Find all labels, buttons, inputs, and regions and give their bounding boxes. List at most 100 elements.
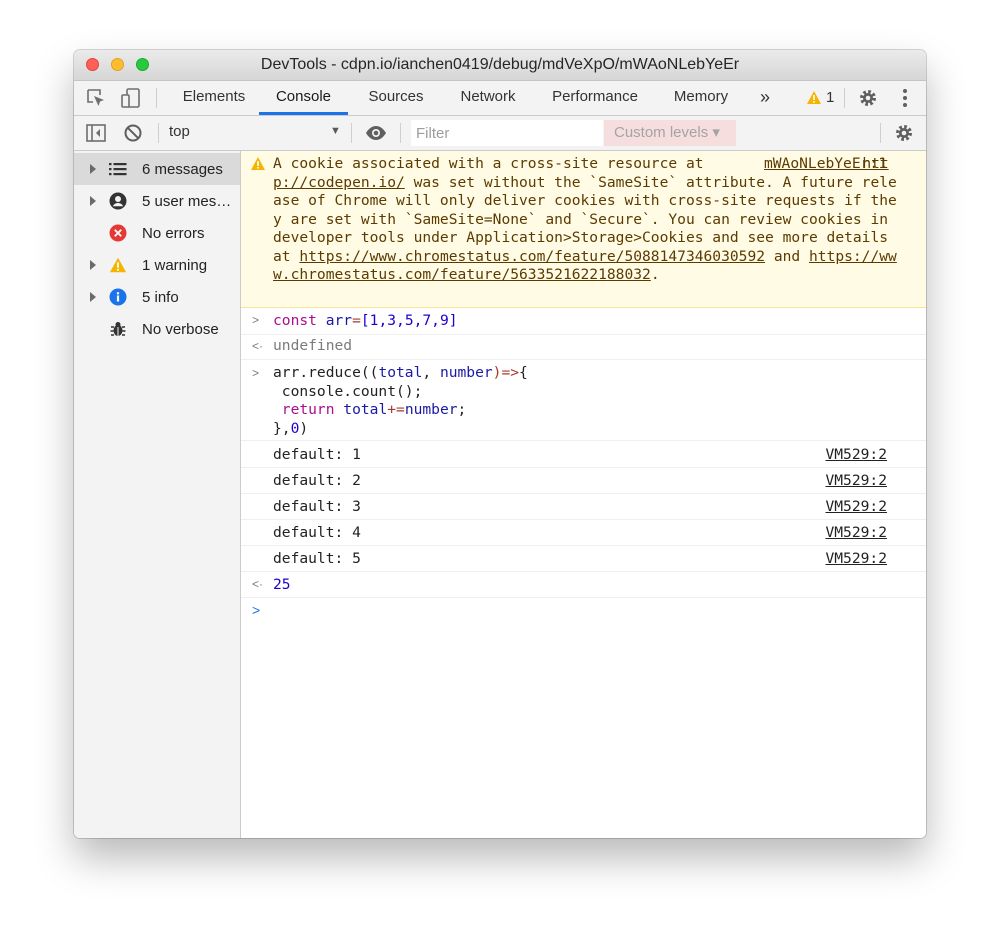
toolbar-divider <box>880 123 881 143</box>
user-icon <box>109 192 127 210</box>
toolbar-divider <box>156 88 157 108</box>
sidebar-item-messages[interactable]: 6 messages <box>74 153 240 185</box>
log-row: default: 2 VM529:2 <box>241 468 926 494</box>
warning-icon <box>807 91 821 104</box>
device-toolbar-icon[interactable] <box>119 86 143 110</box>
code-variable: number <box>404 401 458 418</box>
log-source-link[interactable]: VM529:2 <box>825 498 887 515</box>
settings-gear-icon[interactable] <box>856 86 880 110</box>
warning-text-prefix: A cookie associated with a cross-site re… <box>273 155 713 172</box>
main-toolbar: Elements Console Sources Network Perform… <box>74 81 926 116</box>
expand-caret-icon[interactable] <box>90 260 96 270</box>
code-array: [1,3,5,7,9] <box>360 312 458 329</box>
code-text: , <box>422 364 440 381</box>
title-bar: DevTools - cdpn.io/ianchen0419/debug/mdV… <box>74 50 926 81</box>
code-text: ; <box>457 401 467 418</box>
log-source-link[interactable]: VM529:2 <box>825 446 887 463</box>
result-value: undefined <box>273 337 353 354</box>
inspect-element-icon[interactable] <box>84 86 108 110</box>
warning-text-end: . <box>650 266 660 283</box>
log-source-link[interactable]: VM529:2 <box>825 524 887 541</box>
warning-text: A cookie associated with a cross-site re… <box>273 155 903 285</box>
sidebar-item-label: No verbose <box>142 321 219 338</box>
filter-input[interactable] <box>411 120 603 146</box>
input-code[interactable]: arr.reduce((total, number)=>{ console.co… <box>273 364 528 438</box>
chevron-down-icon[interactable]: ▼ <box>330 125 341 137</box>
sidebar-item-warnings[interactable]: 1 warning <box>74 249 240 281</box>
sidebar-item-label: 6 messages <box>142 161 223 178</box>
warning-count: 1 <box>826 89 835 106</box>
console-input-row: > arr.reduce((total, number)=>{ console.… <box>241 360 926 441</box>
console-sidebar: 6 messages 5 user messages No errors 1 w… <box>74 151 241 838</box>
sidebar-item-verbose[interactable]: No verbose <box>74 313 240 345</box>
code-text: ) <box>299 419 309 437</box>
tab-performance[interactable]: Performance <box>533 81 657 115</box>
console-input-row: > const arr=[1,3,5,7,9] <box>241 308 926 335</box>
live-expression-eye-icon[interactable] <box>364 121 388 145</box>
input-prompt-icon: > <box>252 313 260 327</box>
warning-source-link[interactable]: mWAoNLebYeEr:1 <box>764 155 887 174</box>
sidebar-item-user-messages[interactable]: 5 user messages <box>74 185 240 217</box>
warning-icon <box>250 156 266 176</box>
toolbar-divider <box>844 88 845 108</box>
expand-caret-icon[interactable] <box>90 196 96 206</box>
expand-caret-icon[interactable] <box>90 292 96 302</box>
sidebar-item-label: 5 user messages <box>142 193 238 210</box>
active-tab-indicator <box>259 112 348 115</box>
toggle-sidebar-icon[interactable] <box>84 121 108 145</box>
log-source-link[interactable]: VM529:2 <box>825 472 887 489</box>
sidebar-item-errors[interactable]: No errors <box>74 217 240 249</box>
code-variable: total <box>343 401 388 418</box>
tab-elements[interactable]: Elements <box>168 81 260 115</box>
code-text: console.count(); <box>273 382 423 400</box>
clear-console-icon[interactable] <box>121 121 145 145</box>
code-text: arr.reduce(( <box>273 364 379 381</box>
log-text: default: 3 <box>273 498 361 515</box>
code-operator: += <box>387 401 405 418</box>
warning-icon <box>109 256 127 274</box>
tab-memory[interactable]: Memory <box>657 81 745 115</box>
tab-console[interactable]: Console <box>259 81 348 115</box>
bug-icon <box>109 320 127 338</box>
warning-counter[interactable]: 1 <box>806 89 834 106</box>
console-settings-gear-icon[interactable] <box>892 121 916 145</box>
code-variable: number <box>439 364 493 381</box>
console-prompt-chevron-icon: > <box>252 602 261 618</box>
console-toolbar: top ▼ Custom levels ▾ <box>74 116 926 151</box>
tab-network[interactable]: Network <box>443 81 533 115</box>
code-operator: = <box>352 312 361 329</box>
warning-link-chromestatus-1[interactable]: https://www.chromestatus.com/feature/508… <box>299 248 765 265</box>
console-result-row: <· 25 <box>241 572 926 598</box>
toolbar-divider <box>351 123 352 143</box>
log-source-link[interactable]: VM529:2 <box>825 550 887 567</box>
result-return-icon: <· <box>252 339 264 353</box>
code-variable: arr <box>325 312 353 329</box>
more-options-kebab-icon[interactable] <box>893 86 917 110</box>
sidebar-item-label: 5 info <box>142 289 179 306</box>
error-icon <box>109 224 127 242</box>
input-code[interactable]: const arr=[1,3,5,7,9] <box>273 312 458 331</box>
console-output: A cookie associated with a cross-site re… <box>241 151 926 838</box>
tab-sources[interactable]: Sources <box>349 81 443 115</box>
context-selector[interactable]: top <box>169 123 190 140</box>
devtools-window: DevTools - cdpn.io/ianchen0419/debug/mdV… <box>74 50 926 838</box>
code-operator: )=> <box>492 364 520 381</box>
log-row: default: 5 VM529:2 <box>241 546 926 572</box>
log-text: default: 4 <box>273 524 361 541</box>
log-text: default: 1 <box>273 446 361 463</box>
log-levels-dropdown[interactable]: Custom levels ▾ <box>604 120 736 146</box>
warning-message: A cookie associated with a cross-site re… <box>241 151 926 308</box>
code-variable: total <box>378 364 423 381</box>
sidebar-item-info[interactable]: 5 info <box>74 281 240 313</box>
more-tabs-button[interactable]: » <box>752 81 778 115</box>
result-return-icon: <· <box>252 577 264 591</box>
log-row: default: 4 VM529:2 <box>241 520 926 546</box>
expand-caret-icon[interactable] <box>90 164 96 174</box>
warning-text-and: and <box>765 247 809 265</box>
console-prompt-row[interactable]: > <box>241 598 926 623</box>
log-text: default: 2 <box>273 472 361 489</box>
sidebar-item-label: 1 warning <box>142 257 208 274</box>
sidebar-item-label: No errors <box>142 225 205 242</box>
info-icon <box>109 288 127 306</box>
toolbar-divider <box>158 123 159 143</box>
